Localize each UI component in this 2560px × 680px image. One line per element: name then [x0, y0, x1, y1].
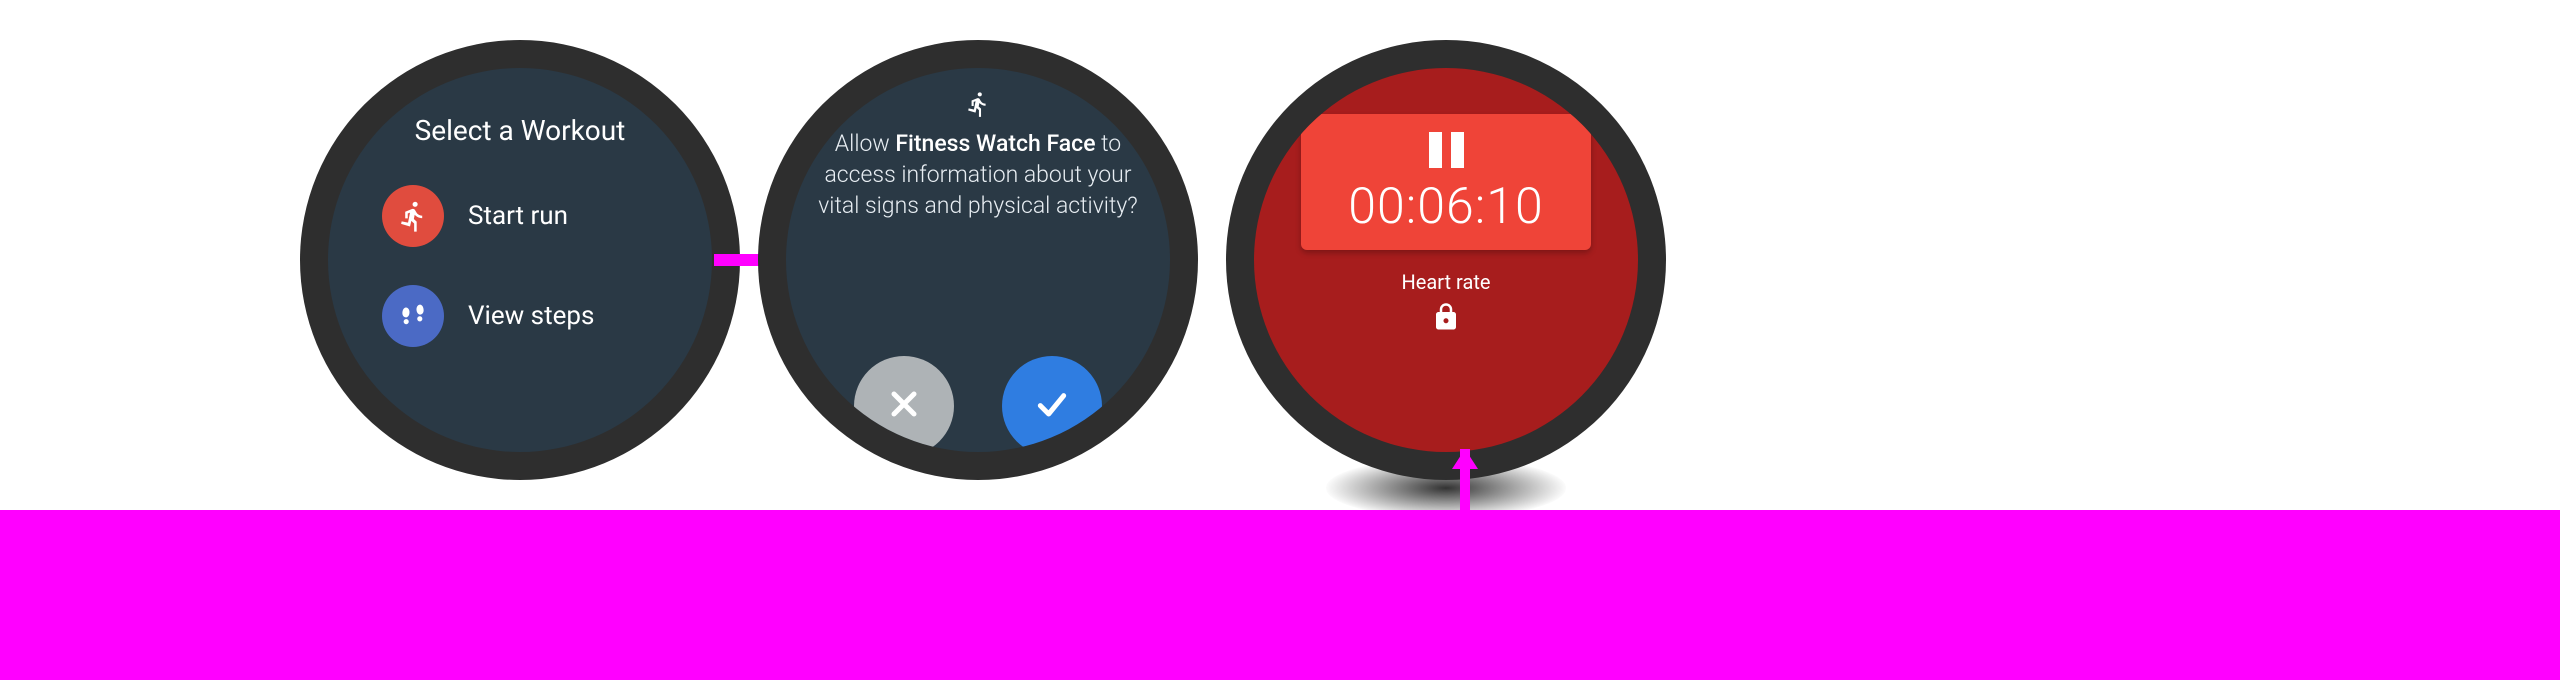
- screen-title: Select a Workout: [348, 114, 692, 147]
- flow-arrow-up: [1460, 449, 1470, 515]
- watch-bezel-2: Allow Fitness Watch Face to access infor…: [758, 40, 1198, 480]
- watch-bezel-3: 00:06:10 Heart rate: [1226, 40, 1666, 480]
- menu-item-label: Start run: [468, 201, 568, 231]
- highlight-bar: [0, 510, 2560, 680]
- heart-rate-label: Heart rate: [1402, 270, 1491, 294]
- steps-icon: [382, 285, 444, 347]
- permission-app-name: Fitness Watch Face: [895, 130, 1095, 157]
- close-icon: [884, 384, 924, 428]
- check-icon: [1032, 384, 1072, 428]
- watch-3-container: 00:06:10 Heart rate: [1226, 40, 1666, 480]
- lock-icon: [1431, 302, 1461, 336]
- menu-item-start-run[interactable]: Start run: [348, 175, 692, 257]
- permission-button-row: [786, 344, 1170, 452]
- watch-bezel-1: Select a Workout Start run View steps: [300, 40, 740, 480]
- watch-flow-diagram: Select a Workout Start run View steps: [300, 40, 1666, 480]
- menu-item-view-steps[interactable]: View steps: [348, 275, 692, 357]
- watch-face-select-workout: Select a Workout Start run View steps: [328, 68, 712, 452]
- permission-prefix: Allow: [835, 130, 896, 157]
- watch-face-permission-dialog: Allow Fitness Watch Face to access infor…: [786, 68, 1170, 452]
- activity-icon: [964, 90, 992, 122]
- elapsed-time: 00:06:10: [1348, 178, 1543, 236]
- watch-face-active-workout: 00:06:10 Heart rate: [1254, 68, 1638, 452]
- pause-icon: [1429, 132, 1464, 168]
- run-icon: [382, 185, 444, 247]
- menu-item-label: View steps: [468, 301, 594, 331]
- permission-prompt-text: Allow Fitness Watch Face to access infor…: [786, 128, 1170, 221]
- workout-timer-card[interactable]: 00:06:10: [1301, 114, 1591, 250]
- deny-button[interactable]: [854, 356, 954, 452]
- allow-button[interactable]: [1002, 356, 1102, 452]
